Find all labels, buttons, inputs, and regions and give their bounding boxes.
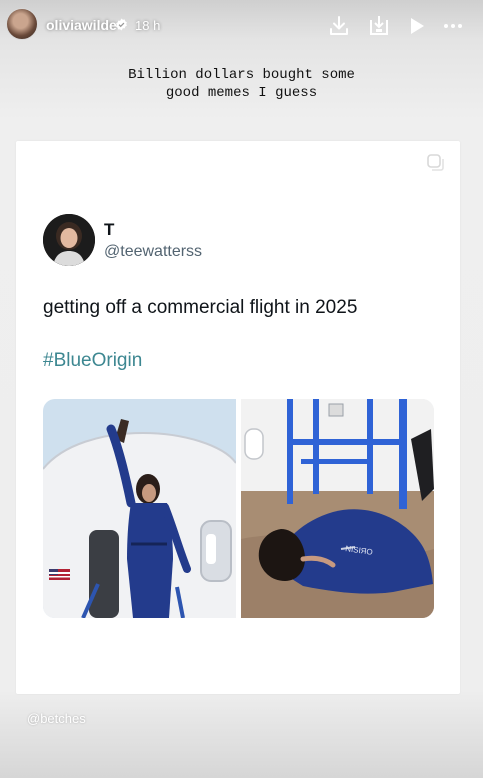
copy-icon (427, 154, 444, 171)
story-caption: Billion dollars bought some good memes I… (0, 66, 483, 102)
tweet-card[interactable]: T @teewatterss getting off a commercial … (16, 141, 460, 694)
username[interactable]: oliviawilde (46, 17, 117, 33)
play-icon[interactable] (404, 14, 428, 38)
caption-line-1: Billion dollars bought some (128, 67, 355, 83)
tweet-text: getting off a commercial flight in 2025 (43, 297, 358, 318)
verified-badge-icon (116, 18, 127, 31)
tweet-hashtag[interactable]: #BlueOrigin (43, 350, 142, 372)
tweet-author-handle[interactable]: @teewatterss (104, 243, 202, 261)
post-time: 18 h (135, 18, 161, 33)
media-image-left[interactable] (43, 399, 236, 618)
tweet-media[interactable]: NISIЯO (43, 399, 434, 618)
caption-line-2: good memes I guess (165, 85, 318, 101)
profile-avatar[interactable] (6, 8, 38, 40)
tweet-author-name[interactable]: T (104, 220, 114, 240)
story-header: oliviawilde 18 h (0, 0, 483, 52)
more-icon[interactable] (441, 14, 465, 38)
source-watermark: @betches (27, 711, 86, 726)
download-icon[interactable] (327, 14, 351, 38)
media-image-right[interactable]: NISIЯO (241, 399, 434, 618)
save-icon[interactable] (367, 14, 391, 38)
tweet-author-avatar[interactable] (43, 214, 95, 266)
